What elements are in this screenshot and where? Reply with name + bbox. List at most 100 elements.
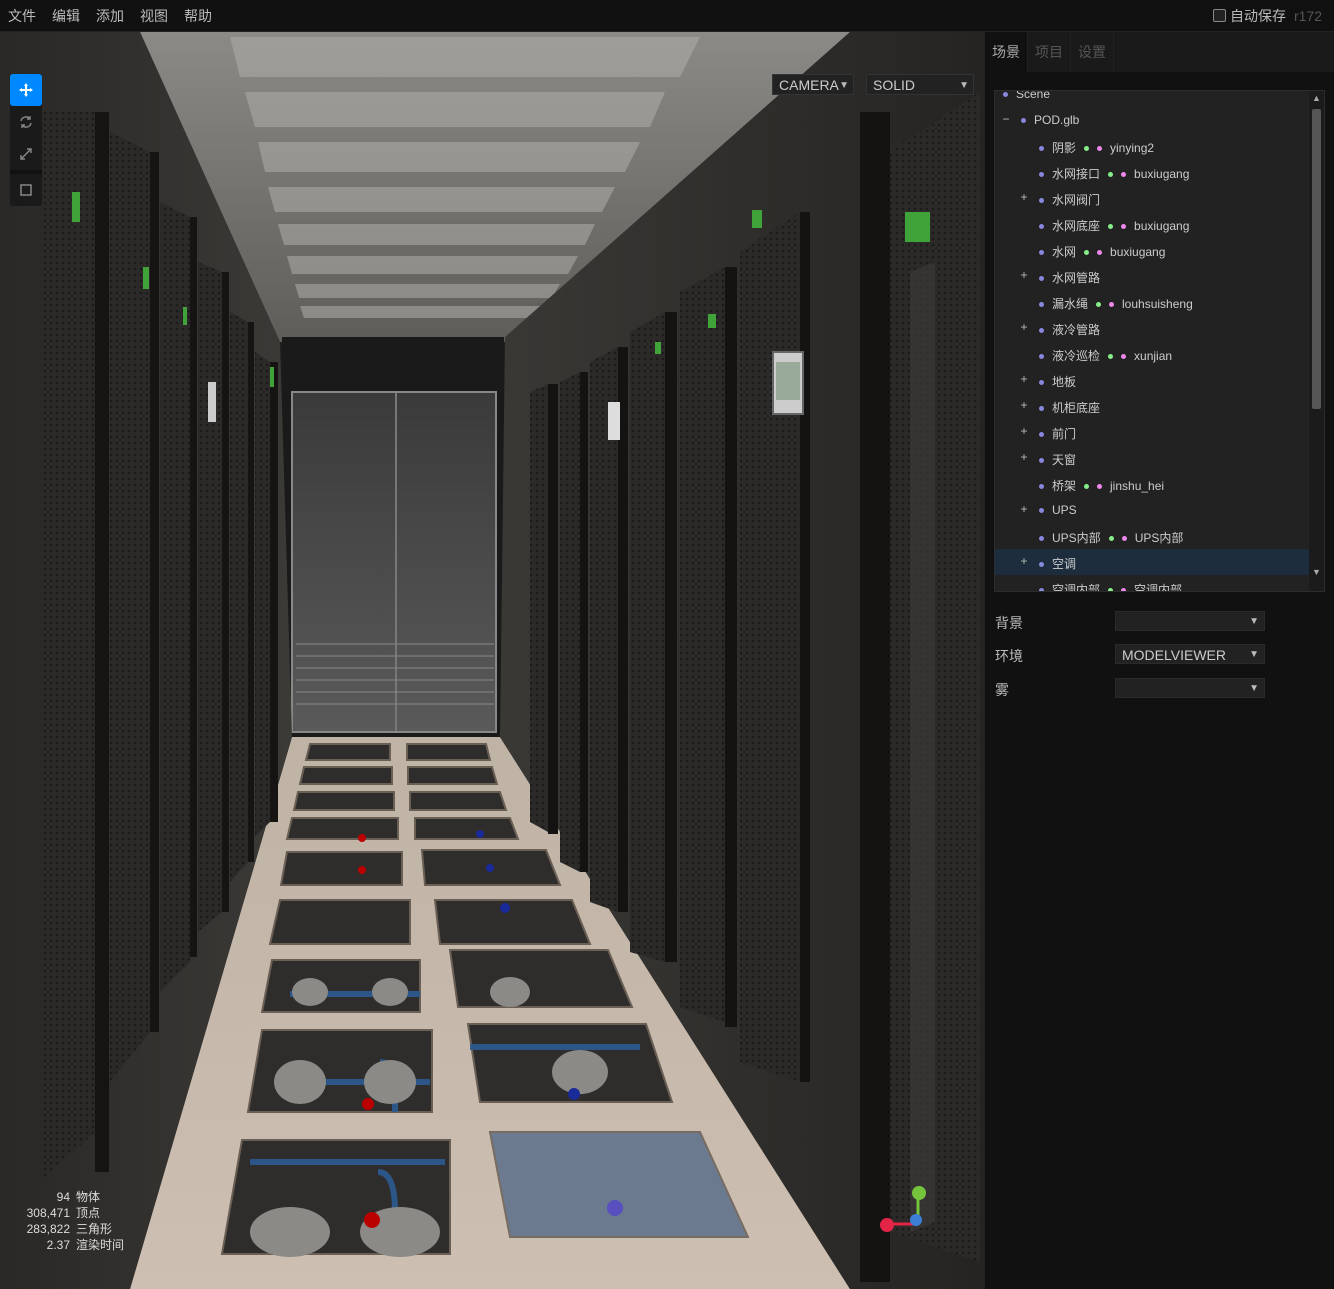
material-icon xyxy=(1097,146,1103,152)
tab-scene[interactable]: 场景 xyxy=(985,32,1028,72)
expand-icon[interactable]: + xyxy=(1019,502,1029,516)
menu-edit[interactable]: 编辑 xyxy=(44,0,88,32)
menu-add[interactable]: 添加 xyxy=(88,0,132,32)
outliner-item[interactable]: 液冷巡检 xunjian xyxy=(995,341,1309,367)
outliner-item-name: 空调 xyxy=(1052,557,1077,571)
outliner-item-content: Scene xyxy=(1003,90,1051,101)
camera-select[interactable]: CAMERA ▼ xyxy=(772,74,854,95)
expand-icon[interactable]: + xyxy=(1019,372,1029,386)
environment-select[interactable]: MODELVIEWER ▼ xyxy=(1115,644,1265,664)
geometry-icon xyxy=(1108,172,1114,178)
objects-label: 物体 xyxy=(76,1190,101,1204)
menu-view[interactable]: 视图 xyxy=(132,0,176,32)
outliner-scrollbar[interactable]: ▲ ▼ xyxy=(1309,91,1324,591)
outliner-item[interactable]: Scene xyxy=(995,90,1309,107)
outliner-item-name: 水网接口 xyxy=(1052,167,1101,181)
object-type-icon xyxy=(1039,536,1044,542)
object-type-icon xyxy=(1039,198,1044,204)
outliner-item-extras: UPS内部 xyxy=(1108,531,1183,545)
outliner-item-content: 液冷管路 xyxy=(1039,321,1100,338)
background-select[interactable]: ▼ xyxy=(1115,611,1265,631)
outliner-item[interactable]: + 空调 xyxy=(995,549,1309,575)
outliner-item[interactable]: 阴影 yinying2 xyxy=(995,133,1309,159)
scene-outliner[interactable]: 空调内部 空调内部 + 空调 UPS内部 UPS内部 + UPS 桥架 jinshu_hei + 天窗… xyxy=(994,90,1325,592)
expand-icon[interactable]: + xyxy=(1019,398,1029,412)
menu-file[interactable]: 文件 xyxy=(0,0,44,32)
expand-icon[interactable]: + xyxy=(1019,190,1029,204)
outliner-item-name: 液冷巡检 xyxy=(1052,349,1101,363)
expand-icon[interactable]: + xyxy=(1019,554,1029,568)
outliner-item-name: Scene xyxy=(1016,90,1051,101)
expand-icon[interactable]: + xyxy=(1019,424,1029,438)
material-name: louhsuisheng xyxy=(1122,297,1193,311)
outliner-item[interactable]: 桥架 jinshu_hei xyxy=(995,471,1309,497)
expand-icon[interactable]: + xyxy=(1019,268,1029,282)
outliner-item[interactable]: + UPS xyxy=(995,497,1309,523)
expand-icon[interactable]: + xyxy=(1019,320,1029,334)
scene-info: 94 物体 308,471 顶点 283,822 三角形 2.37 渲染时间 xyxy=(10,1189,124,1253)
viewport[interactable]: CAMERA ▼ SOLID ▼ 94 物体 308,471 顶点 283,822 三… xyxy=(0,32,984,1289)
object-type-icon xyxy=(1003,92,1008,98)
shading-select[interactable]: SOLID ▼ xyxy=(866,74,974,95)
geometry-icon xyxy=(1108,536,1114,542)
outliner-item-content: 前门 xyxy=(1039,425,1076,442)
vertices-label: 顶点 xyxy=(76,1206,101,1220)
material-name: buxiugang xyxy=(1134,167,1190,181)
outliner-item-content: 空调 xyxy=(1039,555,1076,572)
outliner-item[interactable]: + 天窗 xyxy=(995,445,1309,471)
object-type-icon xyxy=(1039,508,1044,514)
geometry-icon xyxy=(1108,224,1114,230)
autosave-checkbox[interactable] xyxy=(1212,9,1226,22)
fog-select[interactable]: ▼ xyxy=(1115,678,1265,698)
outliner-item[interactable]: 水网 buxiugang xyxy=(995,237,1309,263)
outliner-item[interactable]: 水网接口 buxiugang xyxy=(995,159,1309,185)
material-icon xyxy=(1097,484,1103,490)
viewport-scene-render[interactable] xyxy=(0,32,984,1289)
environment-select-value: MODELVIEWER xyxy=(1122,647,1226,663)
rotate-icon[interactable] xyxy=(10,106,42,138)
outliner-item[interactable]: + 地板 xyxy=(995,367,1309,393)
outliner-item[interactable]: + 前门 xyxy=(995,419,1309,445)
outliner-item[interactable]: 水网底座 buxiugang xyxy=(995,211,1309,237)
outliner-item[interactable]: 空调内部 空调内部 xyxy=(995,575,1309,591)
triangles-label: 三角形 xyxy=(76,1222,113,1236)
autosave-label[interactable]: 自动保存 xyxy=(1230,8,1286,24)
scrollbar-thumb[interactable] xyxy=(1312,109,1321,409)
outliner-item-name: POD.glb xyxy=(1034,113,1080,127)
chevron-down-icon: ▼ xyxy=(839,80,849,91)
expand-icon[interactable]: + xyxy=(1019,450,1029,464)
geometry-icon xyxy=(1108,588,1114,591)
outliner-item[interactable]: + 水网管路 xyxy=(995,263,1309,289)
outliner-item[interactable]: + 水网阀门 xyxy=(995,185,1309,211)
outliner-item-content: 天窗 xyxy=(1039,451,1076,468)
outliner-item[interactable]: + 液冷管路 xyxy=(995,315,1309,341)
scroll-up-icon[interactable]: ▲ xyxy=(1309,93,1324,103)
tab-settings[interactable]: 设置 xyxy=(1071,32,1114,72)
scale-icon[interactable] xyxy=(10,138,42,170)
local-space-icon[interactable] xyxy=(10,174,42,206)
object-type-icon xyxy=(1039,458,1044,464)
material-icon xyxy=(1097,250,1103,256)
objects-count: 94 xyxy=(56,1190,70,1204)
environment-label: 环境 xyxy=(995,648,1023,664)
outliner-item-content: 阴影 yinying2 xyxy=(1039,139,1154,156)
collapse-icon[interactable]: − xyxy=(1001,112,1011,126)
scroll-down-icon[interactable]: ▼ xyxy=(1309,567,1324,577)
menu-help[interactable]: 帮助 xyxy=(176,0,220,32)
outliner-item[interactable]: UPS内部 UPS内部 xyxy=(995,523,1309,549)
object-type-icon xyxy=(1039,172,1044,178)
outliner-item-extras: 空调内部 xyxy=(1108,583,1182,591)
outliner-item-extras: buxiugang xyxy=(1108,167,1189,181)
outliner-item[interactable]: + 机柜底座 xyxy=(995,393,1309,419)
material-icon xyxy=(1121,588,1127,591)
outliner-item[interactable]: 漏水绳 louhsuisheng xyxy=(995,289,1309,315)
outliner-item-name: 水网管路 xyxy=(1052,271,1101,285)
tab-project[interactable]: 项目 xyxy=(1028,32,1071,72)
object-type-icon xyxy=(1039,328,1044,334)
translate-icon[interactable] xyxy=(10,74,42,106)
outliner-item[interactable]: − POD.glb xyxy=(995,107,1309,133)
outliner-item-content: 地板 xyxy=(1039,373,1076,390)
outliner-item-content: POD.glb xyxy=(1021,113,1079,127)
object-type-icon xyxy=(1039,250,1044,256)
object-type-icon xyxy=(1039,302,1044,308)
